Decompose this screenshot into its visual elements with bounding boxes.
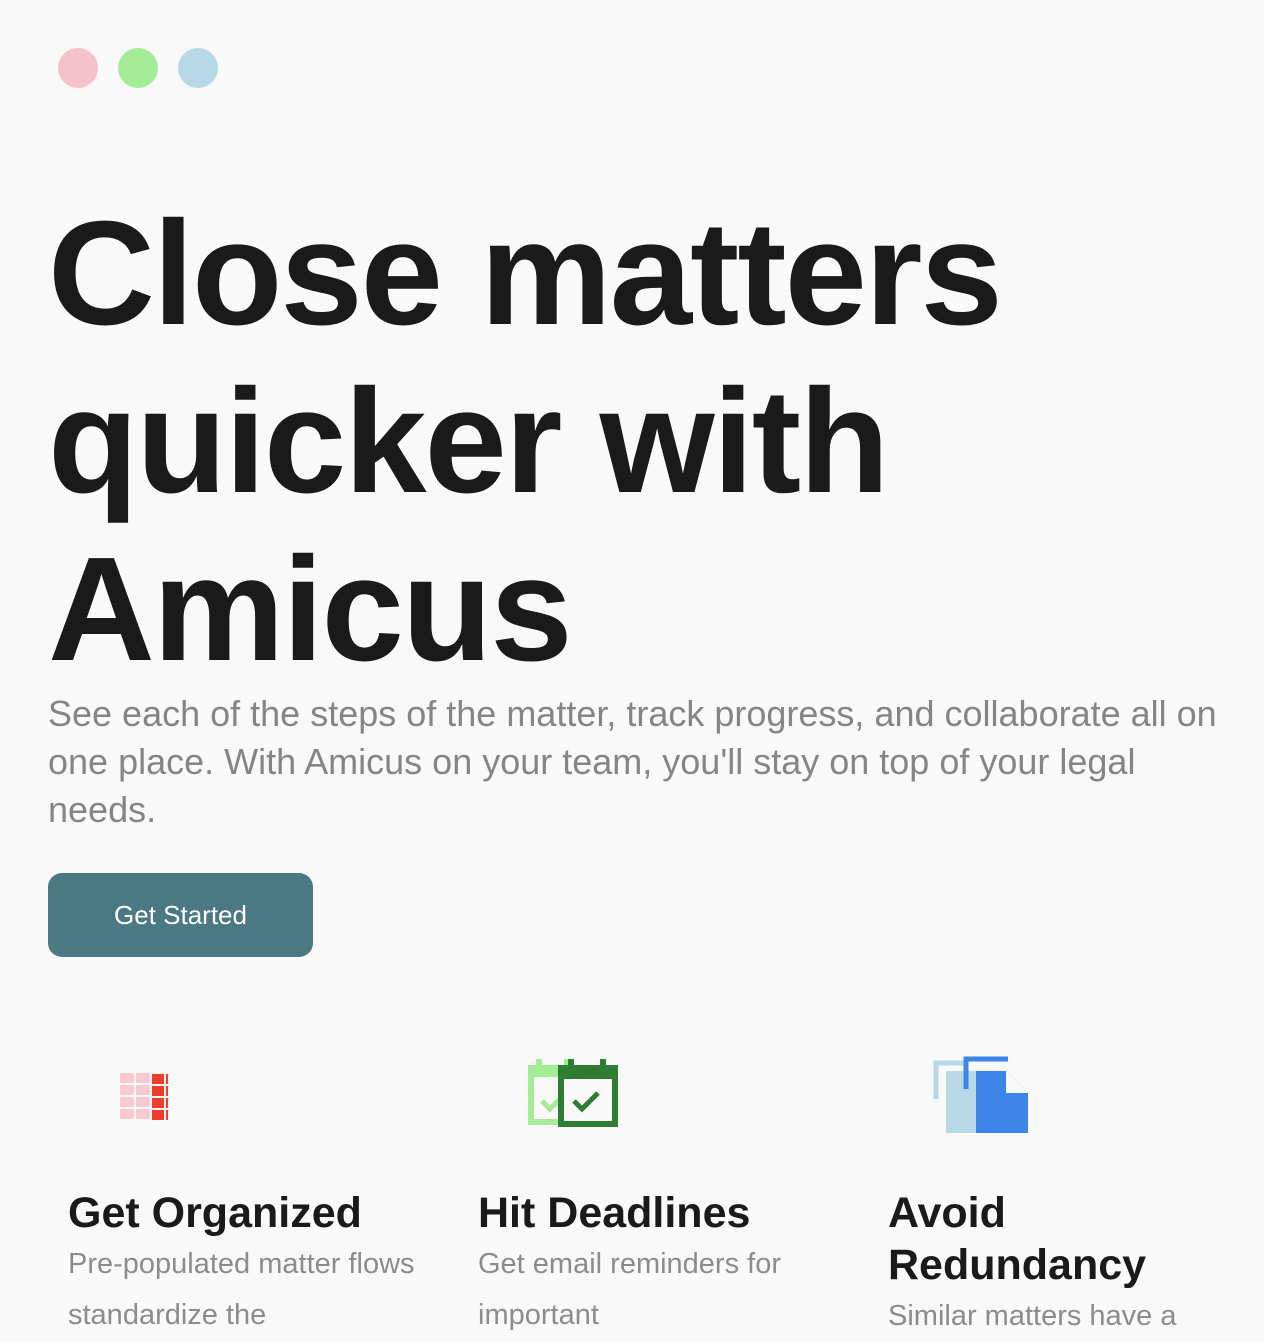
hero-title: Close matters quicker with Amicus [48,191,1003,692]
feature-avoid-redundancy: Avoid Redundancy Similar matters have a [888,1055,1248,1342]
feature-get-organized: Get Organized Pre-populated matter flows… [68,1055,428,1341]
window-maximize-button[interactable] [178,48,218,88]
documents-copy-icon [888,1055,1248,1135]
feature-description: Similar matters have a [888,1300,1177,1332]
grid-list-icon [68,1055,428,1135]
window-controls [58,48,218,88]
window-close-button[interactable] [58,48,98,88]
get-started-button[interactable]: Get Started [48,873,313,957]
feature-title: Get Organized [68,1189,362,1237]
feature-description: Get email reminders for important [478,1248,781,1331]
feature-title: Avoid Redundancy [888,1189,1147,1289]
window-minimize-button[interactable] [118,48,158,88]
calendar-check-icon [478,1055,838,1135]
feature-title: Hit Deadlines [478,1189,751,1237]
hero-subtitle: See each of the steps of the matter, tra… [48,693,1217,830]
feature-description: Pre-populated matter flows standardize t… [68,1248,415,1331]
feature-hit-deadlines: Hit Deadlines Get email reminders for im… [478,1055,838,1341]
